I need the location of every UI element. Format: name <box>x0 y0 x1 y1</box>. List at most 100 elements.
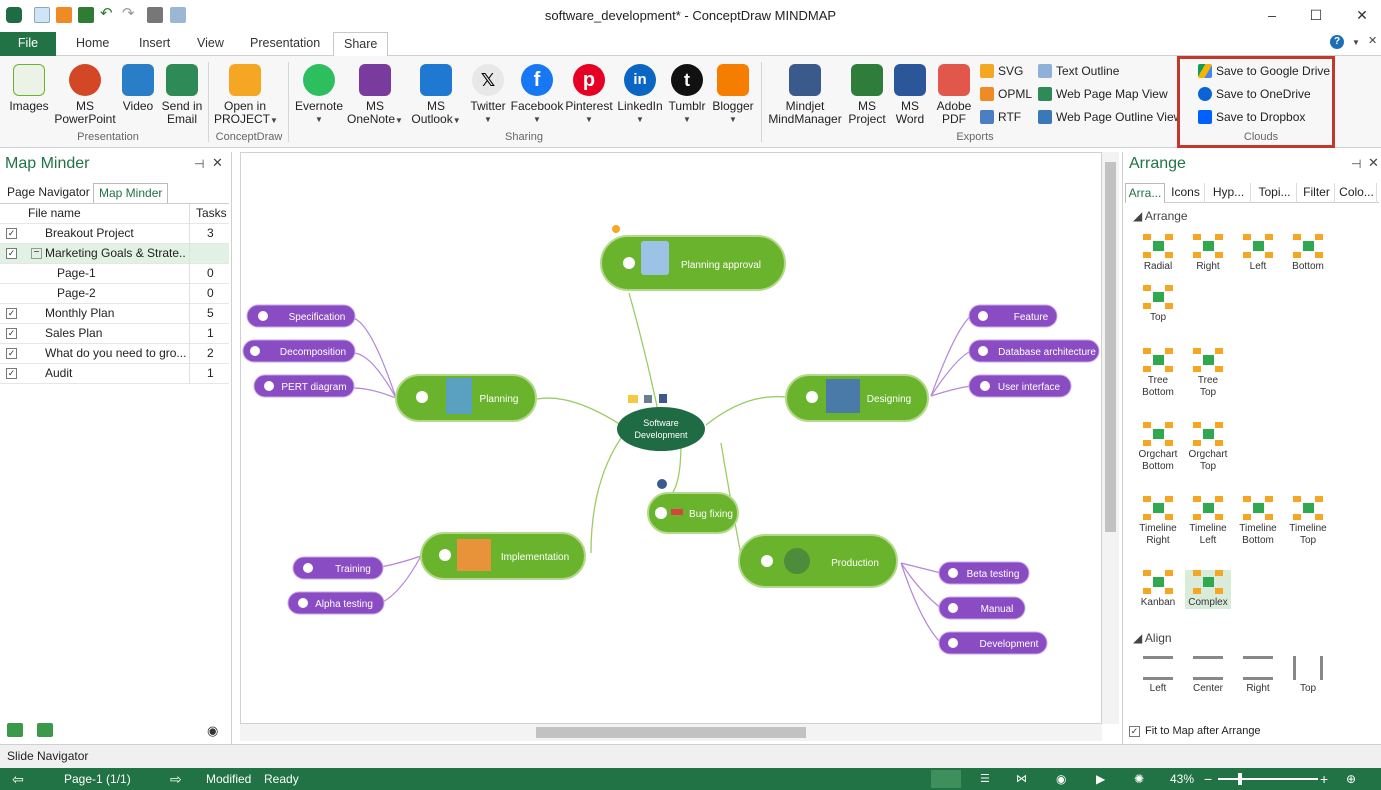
table-row[interactable]: Page-1 0 <box>0 264 229 284</box>
zoom-out-icon[interactable]: − <box>1204 768 1212 790</box>
tab-colo[interactable]: Colo... <box>1337 183 1377 203</box>
save-onedrive-button[interactable]: Save to OneDrive <box>1198 85 1311 105</box>
fit-checkbox[interactable]: ✓ <box>1129 726 1140 737</box>
ribbon-options-icon[interactable]: ▼ <box>1352 38 1360 47</box>
open-in-project-button[interactable]: Open in PROJECT▼ <box>214 64 278 127</box>
twitter-button[interactable]: 𝕏 Twitter ▼ <box>466 64 510 126</box>
node-database[interactable]: Database architecture <box>968 339 1100 363</box>
row-checkbox[interactable]: ✓ <box>6 248 17 259</box>
node-planning-approval[interactable]: Planning approval <box>600 225 786 291</box>
video-button[interactable]: Video <box>118 64 158 113</box>
node-implementation[interactable]: Implementation <box>420 532 586 580</box>
tab-filter[interactable]: Filter <box>1299 183 1335 203</box>
node-planning[interactable]: Planning <box>395 374 537 422</box>
node-manual[interactable]: Manual <box>938 596 1026 620</box>
svg-button[interactable]: SVG <box>980 62 1023 82</box>
pin-icon[interactable]: ⊣ <box>1351 157 1361 171</box>
collapse-icon[interactable]: − <box>31 248 42 259</box>
table-row[interactable]: ✓ Sales Plan 1 <box>0 324 229 344</box>
tab-presentation[interactable]: Presentation <box>240 32 330 56</box>
pinterest-button[interactable]: p Pinterest ▼ <box>564 64 614 126</box>
tab-topi[interactable]: Topi... <box>1253 183 1297 203</box>
ms-word-button[interactable]: MS Word <box>890 64 930 126</box>
node-production[interactable]: Production <box>738 534 898 588</box>
settings-icon[interactable]: ✺ <box>1134 768 1144 790</box>
minimize-button[interactable]: – <box>1257 6 1287 26</box>
opml-button[interactable]: OPML <box>980 85 1032 105</box>
web-outline-button[interactable]: Web Page Outline View <box>1038 108 1178 128</box>
tab-file[interactable]: File <box>0 32 56 56</box>
save-dropbox-button[interactable]: Save to Dropbox <box>1198 108 1305 128</box>
zoom-in-icon[interactable]: + <box>1320 768 1328 790</box>
section-arrange[interactable]: ◢ Arrange <box>1133 209 1188 223</box>
center-topic[interactable] <box>617 407 705 451</box>
slide-navigator-bar[interactable]: Slide Navigator <box>0 744 1381 768</box>
ms-project-button[interactable]: MS Project <box>846 64 888 126</box>
layout-tree-top-button[interactable]: Tree Top <box>1185 348 1231 399</box>
mindjet-button[interactable]: Mindjet MindManager <box>766 64 844 126</box>
row-checkbox[interactable]: ✓ <box>6 308 17 319</box>
node-pert[interactable]: PERT diagram <box>253 374 355 398</box>
row-checkbox[interactable]: ✓ <box>6 228 17 239</box>
web-map-button[interactable]: Web Page Map View <box>1038 85 1168 105</box>
layout-timeline-bottom-button[interactable]: Timeline Bottom <box>1235 496 1281 547</box>
outline-view-icon[interactable]: ☰ <box>980 768 990 790</box>
play-icon[interactable]: ▶ <box>1096 768 1105 790</box>
layout-kanban-button[interactable]: Kanban <box>1135 570 1181 609</box>
tab-share[interactable]: Share <box>333 32 389 57</box>
node-decomposition[interactable]: Decomposition <box>242 339 356 363</box>
save-google-drive-button[interactable]: Save to Google Drive <box>1198 62 1330 82</box>
adobe-pdf-button[interactable]: Adobe PDF <box>932 64 976 126</box>
tab-icons[interactable]: Icons <box>1167 183 1205 203</box>
mindmap-canvas[interactable]: Software Development Planning approval P… <box>240 152 1102 724</box>
tab-page-navigator[interactable]: Page Navigator <box>2 183 95 203</box>
scroll-thumb[interactable] <box>1105 162 1116 532</box>
node-beta[interactable]: Beta testing <box>938 561 1030 585</box>
row-checkbox[interactable]: ✓ <box>6 368 17 379</box>
layout-radial-button[interactable]: Radial <box>1135 234 1181 273</box>
fit-to-map-option[interactable]: ✓ Fit to Map after Arrange <box>1127 724 1381 742</box>
presentation-view-icon[interactable]: ◉ <box>1056 768 1066 790</box>
table-row[interactable]: ✓ − Marketing Goals & Strate... <box>0 244 229 264</box>
facebook-button[interactable]: f Facebook ▼ <box>510 64 564 126</box>
layout-orgchart-bottom-button[interactable]: Orgchart Bottom <box>1135 422 1181 473</box>
table-row[interactable]: ✓ Breakout Project 3 <box>0 224 229 244</box>
help-icon[interactable]: ? <box>1330 35 1344 49</box>
fit-page-icon[interactable]: ⊕ <box>1346 768 1356 790</box>
layout-timeline-left-button[interactable]: Timeline Left <box>1185 496 1231 547</box>
zoom-slider-thumb[interactable] <box>1238 773 1242 785</box>
layout-complex-button[interactable]: Complex <box>1185 570 1231 609</box>
tab-arra[interactable]: Arra... <box>1125 183 1165 203</box>
next-page-icon[interactable]: ⇨ <box>170 768 182 790</box>
images-button[interactable]: Images <box>6 64 52 113</box>
node-development[interactable]: Development <box>938 631 1048 655</box>
horizontal-scrollbar[interactable] <box>240 724 1102 741</box>
zoom-slider-track[interactable] <box>1218 778 1318 780</box>
layout-top-button[interactable]: Top <box>1135 285 1181 324</box>
evernote-button[interactable]: Evernote ▼ <box>294 64 344 126</box>
tumblr-button[interactable]: t Tumblr ▼ <box>664 64 710 126</box>
prev-page-icon[interactable]: ⇦ <box>12 768 24 790</box>
row-checkbox[interactable]: ✓ <box>6 328 17 339</box>
close-panel-icon[interactable]: ✕ <box>212 155 223 171</box>
layout-tree-bottom-button[interactable]: Tree Bottom <box>1135 348 1181 399</box>
powerpoint-button[interactable]: MS PowerPoint <box>54 64 116 126</box>
node-alpha[interactable]: Alpha testing <box>287 591 385 615</box>
outlook-button[interactable]: MS Outlook▼ <box>408 64 464 127</box>
rtf-button[interactable]: RTF <box>980 108 1021 128</box>
node-specification[interactable]: Specification <box>246 304 356 328</box>
pin-icon[interactable]: ⊣ <box>194 157 204 171</box>
blogger-button[interactable]: Blogger ▼ <box>710 64 756 126</box>
scroll-thumb[interactable] <box>536 727 806 738</box>
tree-view-icon[interactable]: ⋈ <box>1016 768 1027 790</box>
row-checkbox[interactable]: ✓ <box>6 348 17 359</box>
table-row[interactable]: Page-2 0 <box>0 284 229 304</box>
tab-map-minder[interactable]: Map Minder <box>93 183 169 203</box>
tab-insert[interactable]: Insert <box>129 32 180 56</box>
close-ribbon-icon[interactable]: ✕ <box>1368 34 1377 47</box>
onenote-button[interactable]: MS OneNote▼ <box>346 64 404 127</box>
align-right-button[interactable]: Right <box>1235 656 1281 695</box>
remove-file-icon[interactable] <box>37 723 53 737</box>
close-button[interactable]: ✕ <box>1347 6 1377 26</box>
node-designing[interactable]: Designing <box>785 374 929 422</box>
